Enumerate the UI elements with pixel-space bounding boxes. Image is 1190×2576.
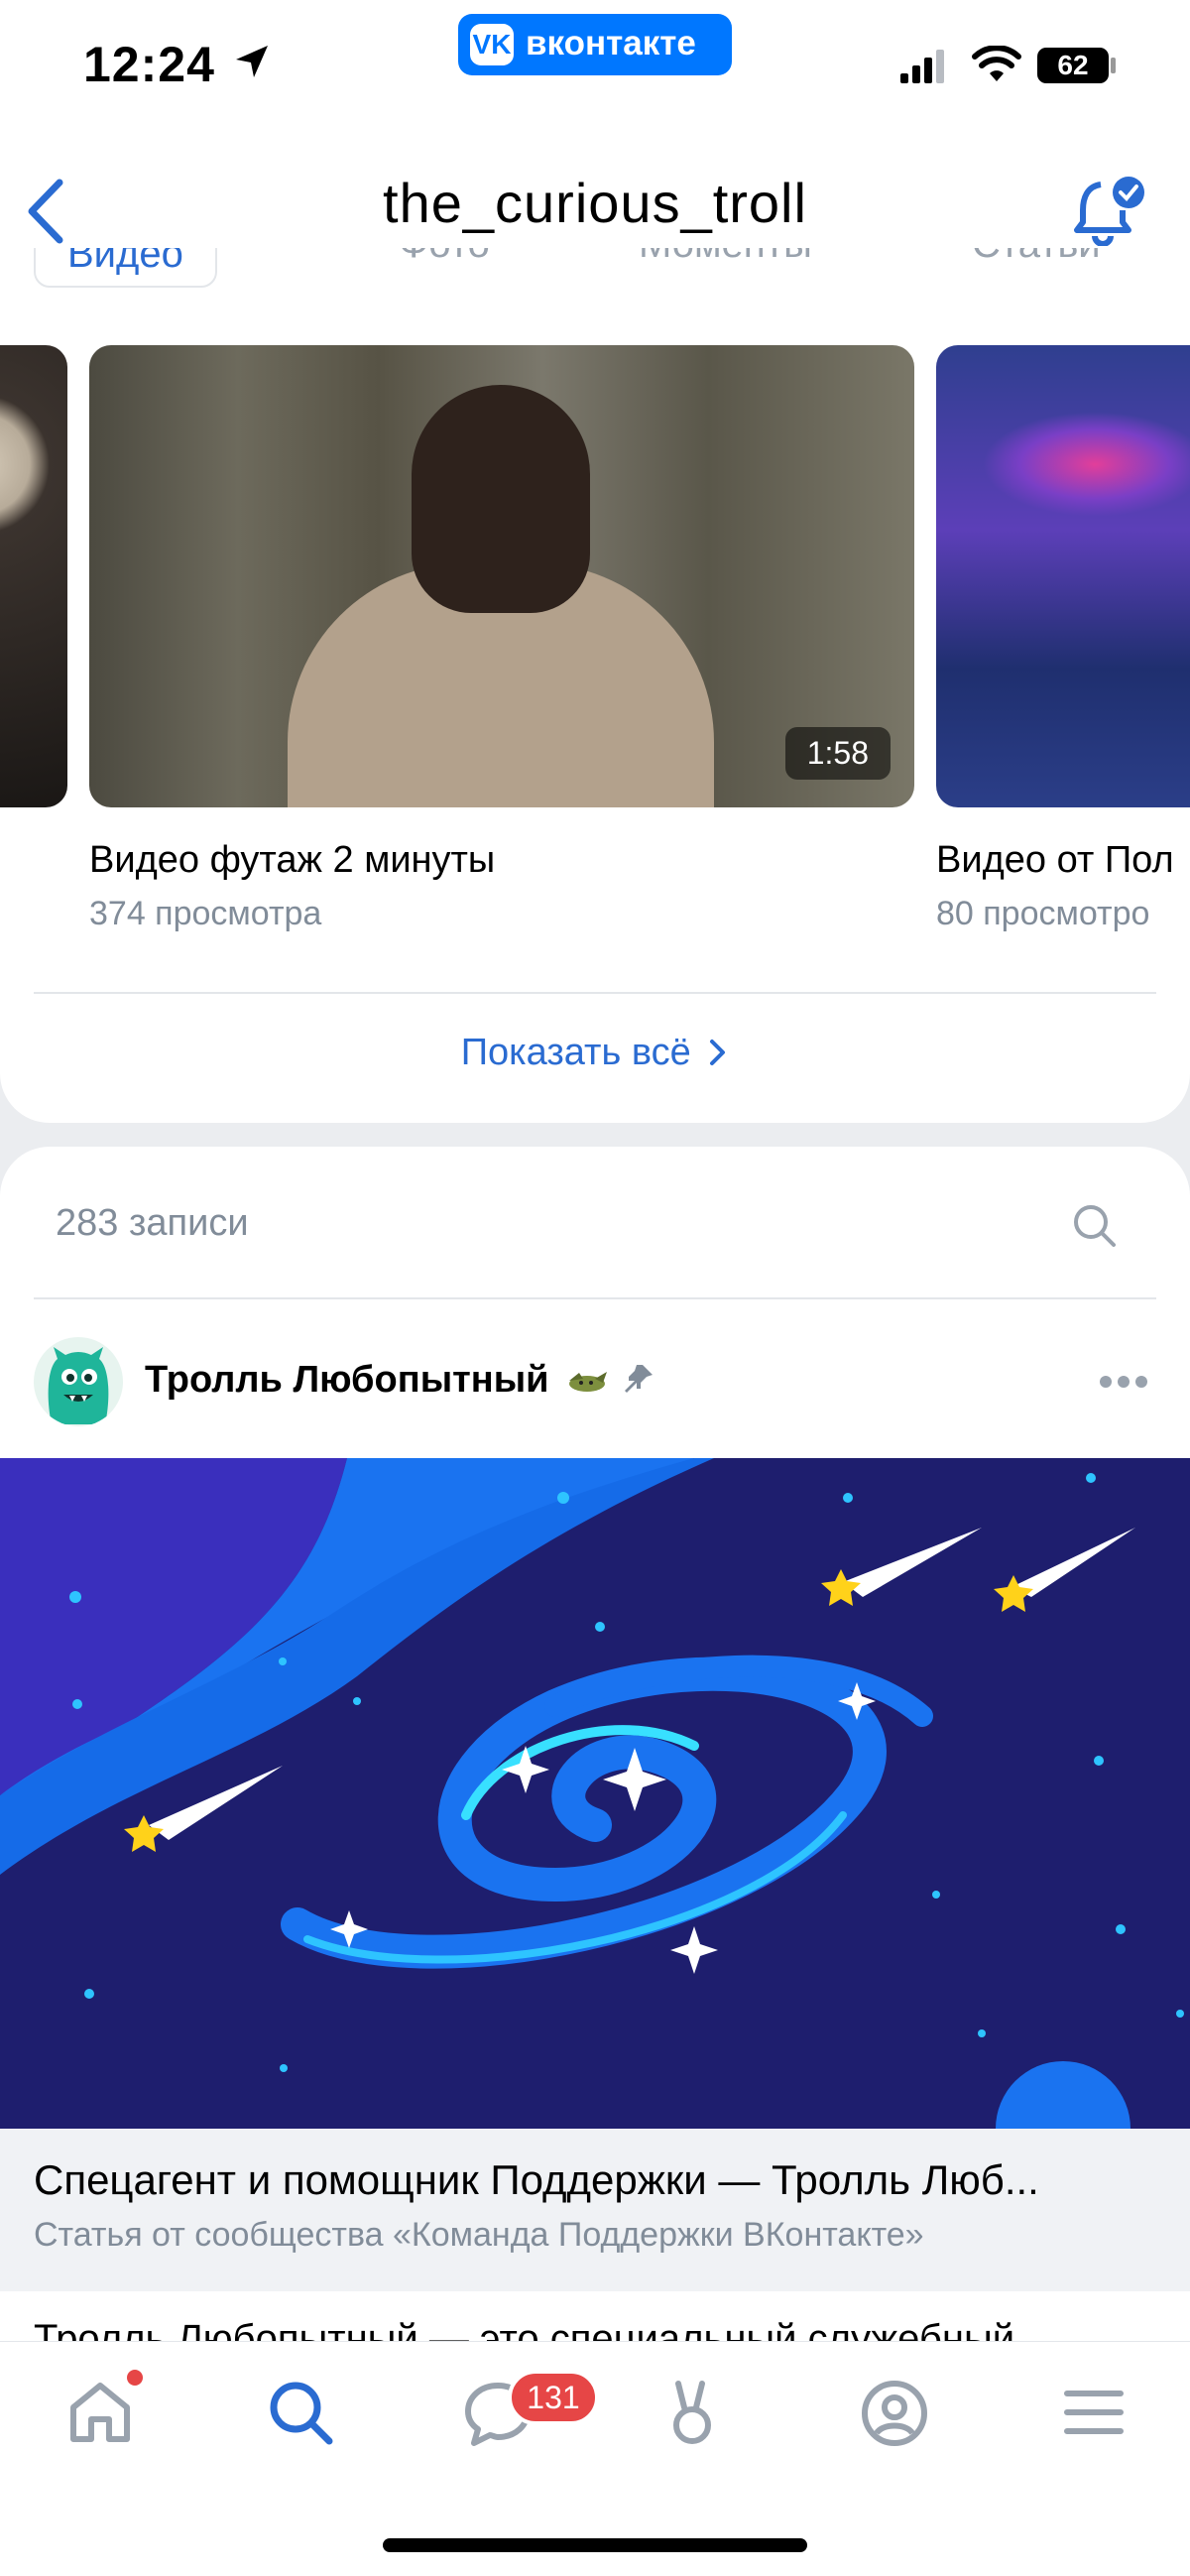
wifi-icon [972,46,1021,81]
post-author-name: Тролль Любопытный [145,1359,549,1401]
search-icon[interactable] [1071,1202,1119,1250]
vk-logo-icon: VK [470,24,514,65]
post-cover-image[interactable] [0,1458,1190,2129]
video-views-partial: 80 просмотро [936,895,1150,932]
tab-photo-label: Фото [327,248,490,266]
post-author[interactable]: Тролль Любопытный [145,1359,611,1402]
status-bar: 12:24 VK вконтакте 62 [0,0,1190,109]
thumbnail-figure-hair [412,385,590,613]
video-views: 374 просмотра [89,895,322,932]
video-title[interactable]: Видео футаж 2 минуты [89,839,495,882]
status-time: 12:24 [83,37,215,92]
article-source: Статья от сообщества «Команда Поддержки … [34,2216,924,2254]
home-notification-dot [127,2370,143,2386]
search-tab-icon[interactable] [266,2378,335,2447]
videos-section: 4 1:58 Видео футаж 2 минуты 374 просмотр… [0,307,1190,1123]
tab-photo[interactable]: Фото [327,248,490,267]
more-options-icon[interactable] [1099,1375,1148,1389]
profile-icon[interactable] [859,2378,930,2449]
clips-icon[interactable] [664,2378,724,2449]
tab-moments[interactable]: Моменты [573,248,812,267]
notification-bell-icon[interactable] [1071,175,1150,246]
show-all-label: Показать всё [460,1032,691,1073]
troll-emoji-icon [569,1372,608,1392]
content-tabs: Видео Фото Моменты Статьи [0,248,1190,307]
location-arrow-icon [236,46,268,77]
video-thumbnail-partial-left[interactable]: 4 [0,345,67,807]
galaxy-illustration [0,1458,1190,2129]
tab-articles-label: Статьи [906,248,1101,266]
tab-moments-label: Моменты [573,248,812,266]
show-all-link[interactable]: Показать всё [0,1032,1190,1074]
troll-avatar-icon [48,1347,109,1424]
posts-count: 283 записи [56,1202,249,1244]
video-thumbnail[interactable]: 1:58 [89,345,914,807]
tab-video[interactable]: Видео [34,248,217,288]
video-title-partial[interactable]: Видео от Пол [936,839,1174,882]
menu-icon[interactable] [1059,2378,1129,2447]
chevron-right-icon [710,1040,726,1065]
nav-header: the_curious_troll [0,109,1190,248]
divider [34,992,1156,994]
bottom-tab-bar: 131 [0,2341,1190,2576]
article-attachment[interactable]: Спецагент и помощник Поддержки — Тролль … [0,2129,1190,2291]
video-thumbnail-partial-right[interactable] [936,345,1190,807]
battery-cap [1111,58,1116,73]
pin-icon [625,1365,653,1393]
video-duration: 1:58 [784,727,891,780]
cellular-signal-icon [900,50,944,83]
home-indicator [383,2538,807,2552]
vk-app-badge-label: вконтакте [526,24,696,62]
article-title: Спецагент и помощник Поддержки — Тролль … [34,2156,1039,2203]
divider [34,1297,1156,1299]
avatar[interactable] [34,1337,123,1426]
tab-video-label: Видео [67,248,183,276]
home-icon[interactable] [65,2378,135,2447]
vk-app-badge[interactable]: VK вконтакте [458,14,732,75]
messages-badge: 131 [508,2370,599,2425]
battery-indicator: 62 [1037,48,1109,83]
tab-articles[interactable]: Статьи [906,248,1101,267]
page-title: the_curious_troll [383,172,807,234]
